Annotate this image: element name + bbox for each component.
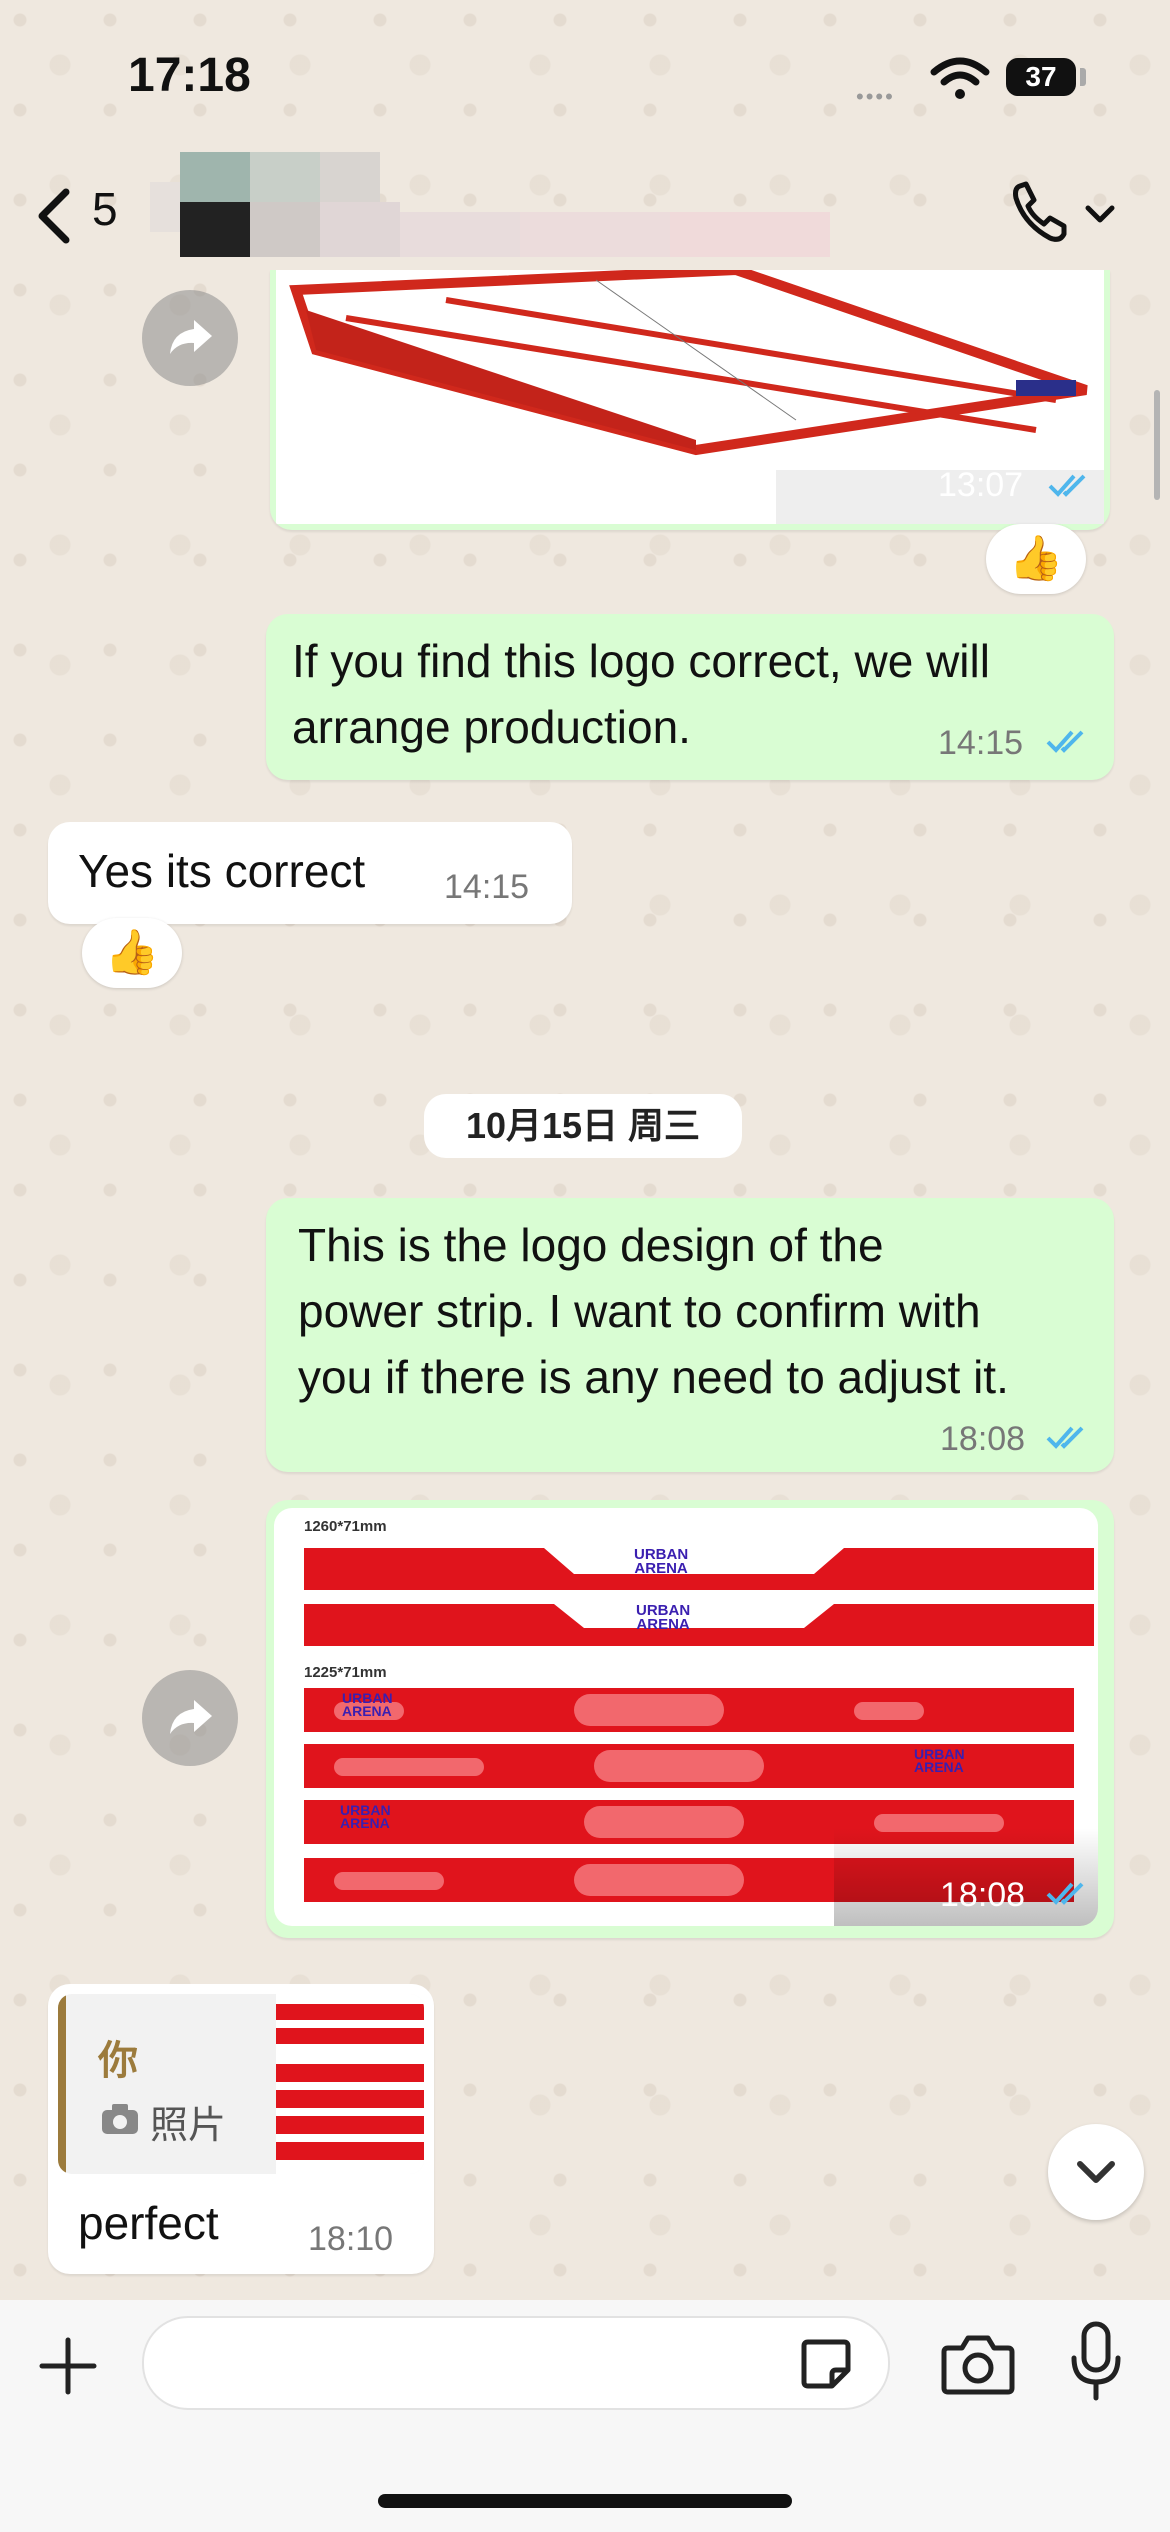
forward-icon bbox=[170, 320, 212, 354]
quote-accent-bar bbox=[58, 1994, 66, 2174]
incoming-reply-message[interactable]: 你 照片 perfect 18:10 bbox=[48, 1984, 434, 2274]
message-text-line: you if there is any need to adjust it. bbox=[298, 1351, 1009, 1403]
blurred-area bbox=[574, 1694, 724, 1726]
message-time: 13:07 bbox=[938, 466, 1024, 504]
sticker-icon[interactable] bbox=[798, 2336, 854, 2392]
message-text-line: This is the logo design of the bbox=[298, 1219, 884, 1271]
outgoing-text-message[interactable]: This is the logo design of the power str… bbox=[266, 1198, 1114, 1472]
camera-icon[interactable] bbox=[940, 2330, 1016, 2396]
message-time: 18:10 bbox=[308, 2220, 394, 2258]
forward-icon bbox=[170, 1700, 212, 1734]
logo-text: URBAN ARENA bbox=[342, 1690, 393, 1719]
plus-icon[interactable] bbox=[38, 2336, 98, 2396]
status-bar: 17:18 •••• 37 bbox=[0, 0, 1170, 160]
message-time: 14:15 bbox=[938, 724, 1024, 762]
message-time: 18:08 bbox=[940, 1876, 1026, 1914]
size-label: 1225*71mm bbox=[304, 1664, 387, 1681]
logo-text: URBAN ARENA bbox=[914, 1746, 965, 1775]
scroll-to-bottom-button[interactable] bbox=[1048, 2124, 1144, 2220]
outgoing-image-message[interactable]: 1260*71mm URBAN ARENA URBAN ARENA 1225*71m… bbox=[266, 1500, 1114, 1938]
outgoing-image-message[interactable]: 13:07 bbox=[270, 270, 1110, 530]
blurred-area bbox=[584, 1806, 744, 1838]
unread-count[interactable]: 5 bbox=[92, 182, 118, 236]
forward-button[interactable] bbox=[142, 290, 238, 386]
blurred-area bbox=[334, 1758, 484, 1776]
scrollbar[interactable] bbox=[1154, 390, 1160, 500]
message-text-line: arrange production. bbox=[292, 701, 691, 753]
reaction-thumbs-up[interactable]: 👍 bbox=[82, 918, 182, 988]
message-text: Yes its correct bbox=[78, 845, 366, 897]
message-time: 14:15 bbox=[444, 868, 530, 906]
quote-type: 照片 bbox=[150, 2105, 227, 2147]
forward-button[interactable] bbox=[142, 1670, 238, 1766]
strip-top-2 bbox=[304, 1604, 1094, 1646]
blurred-area bbox=[594, 1750, 764, 1782]
power-strip-image: 1260*71mm URBAN ARENA URBAN ARENA 1225*71m… bbox=[274, 1508, 1098, 1926]
status-time: 17:18 bbox=[128, 49, 251, 102]
wifi-icon bbox=[930, 57, 990, 99]
logo-text: URBAN ARENA bbox=[634, 1546, 689, 1577]
double-check-icon bbox=[1046, 1426, 1084, 1449]
message-text-line: power strip. I want to confirm with bbox=[298, 1285, 981, 1337]
camera-small-icon bbox=[102, 2104, 138, 2134]
phone-icon[interactable] bbox=[1006, 172, 1126, 252]
double-check-icon bbox=[1046, 730, 1084, 753]
quoted-message[interactable]: 你 照片 bbox=[58, 1994, 424, 2174]
chat-header: 5 bbox=[0, 152, 1170, 270]
logo-text: URBAN ARENA bbox=[636, 1602, 691, 1633]
message-time: 18:08 bbox=[940, 1420, 1026, 1458]
battery-indicator: 37 bbox=[1006, 58, 1076, 96]
message-input-bar bbox=[0, 2300, 1170, 2532]
reaction-thumbs-up[interactable]: 👍 bbox=[986, 524, 1086, 594]
back-chevron-icon[interactable] bbox=[26, 172, 86, 262]
double-check-icon bbox=[1048, 474, 1086, 497]
message-input[interactable] bbox=[142, 2316, 890, 2410]
strip-top-1 bbox=[304, 1548, 1094, 1590]
size-label: 1260*71mm bbox=[304, 1518, 387, 1535]
battery-cap bbox=[1080, 68, 1086, 86]
message-text: perfect bbox=[78, 2197, 219, 2249]
logo-text: URBAN ARENA bbox=[340, 1802, 391, 1831]
blurred-area bbox=[334, 1872, 444, 1890]
blurred-area bbox=[854, 1702, 924, 1720]
home-indicator[interactable] bbox=[378, 2494, 792, 2508]
blurred-area bbox=[574, 1864, 744, 1896]
signal-dots: •••• bbox=[856, 84, 895, 109]
message-text-line: If you find this logo correct, we will bbox=[292, 635, 990, 687]
chevron-down-icon bbox=[1077, 2161, 1115, 2183]
incoming-text-message[interactable]: Yes its correct 14:15 bbox=[48, 822, 572, 924]
date-divider: 10月15日 周三 bbox=[424, 1094, 742, 1158]
double-check-icon bbox=[1046, 1882, 1084, 1905]
contact-name-redacted[interactable] bbox=[150, 152, 850, 262]
quote-thumbnail bbox=[276, 1994, 424, 2174]
quote-author: 你 bbox=[98, 2039, 138, 2083]
microphone-icon[interactable] bbox=[1068, 2320, 1124, 2404]
outgoing-text-message[interactable]: If you find this logo correct, we will a… bbox=[266, 614, 1114, 780]
chevron-down-icon bbox=[1085, 205, 1115, 223]
